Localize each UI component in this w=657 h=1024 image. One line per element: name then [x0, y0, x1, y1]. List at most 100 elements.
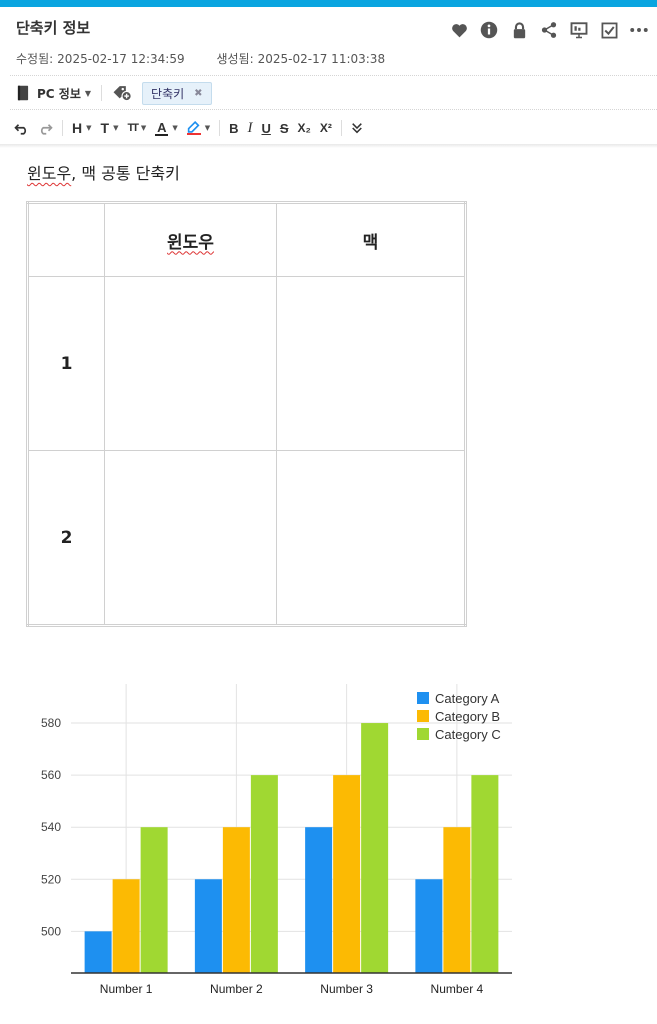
shortcut-table[interactable]: 윈도우 맥 1 2	[26, 201, 467, 627]
share-icon[interactable]	[539, 20, 559, 40]
lock-icon[interactable]	[509, 20, 529, 40]
bar	[471, 775, 499, 973]
x-tick-label: Number 1	[100, 982, 153, 996]
info-icon[interactable]	[479, 20, 499, 40]
table-cell[interactable]	[27, 202, 105, 277]
bar-chart: 500 520 540 560 580 Number 1 Number 2 Number 3 N…	[41, 684, 512, 996]
strike-label: S	[279, 120, 289, 136]
bar	[112, 879, 140, 973]
italic-button[interactable]: I	[247, 116, 252, 140]
x-tick-label: Number 2	[210, 982, 263, 996]
chevron-down-icon: ▼	[204, 124, 211, 132]
heading-word: 윈도우	[27, 164, 72, 183]
divider	[219, 120, 221, 136]
toolbar-shadow	[0, 144, 657, 148]
notebook-label: PC 정보	[37, 86, 81, 101]
y-tick-label: 500	[41, 924, 61, 938]
highlighter-icon	[186, 121, 201, 135]
highlight-swatch	[186, 133, 201, 135]
modified-label: 수정됨:	[16, 52, 54, 66]
table-row: 2	[27, 450, 466, 626]
divider	[62, 120, 63, 136]
table-header-mac[interactable]: 맥	[276, 202, 466, 277]
x-tick-label: Number 4	[431, 982, 484, 996]
redo-button[interactable]	[38, 116, 53, 140]
superscript-label: X²	[319, 121, 332, 135]
add-tag-icon[interactable]	[112, 84, 132, 102]
more-icon[interactable]	[629, 20, 649, 40]
table-cell[interactable]	[276, 450, 466, 626]
document-heading[interactable]: 윈도우, 맥 공통 단축키	[27, 160, 180, 184]
notebook-selector[interactable]: PC 정보 ▼	[16, 85, 91, 102]
editor-toolbar: H ▼ T ▼ TT ▼ A ▼ ▼ B I U S X₂ X²	[14, 115, 372, 141]
checkbox-icon[interactable]	[599, 20, 619, 40]
table-header-windows[interactable]: 윈도우	[104, 202, 277, 277]
modified-value: 2025-02-17 12:34:59	[57, 52, 185, 66]
heading-dropdown[interactable]: H ▼	[72, 116, 92, 140]
header-actions	[449, 20, 649, 40]
font-color-dropdown[interactable]: A ▼	[155, 116, 178, 140]
redo-icon	[40, 123, 53, 135]
legend-label: Category A	[435, 691, 500, 706]
bar	[361, 723, 389, 973]
underline-button[interactable]: U	[261, 116, 270, 140]
subscript-button[interactable]: X₂	[298, 116, 311, 140]
divider	[101, 85, 103, 101]
bar	[140, 827, 168, 973]
bar	[194, 879, 222, 973]
bar	[333, 775, 361, 973]
chevron-down-icon: ▼	[172, 124, 178, 132]
y-tick-label: 540	[41, 820, 61, 834]
font-color-swatch	[155, 133, 169, 136]
chevron-down-icon: ▼	[84, 88, 92, 98]
table-cell[interactable]	[104, 276, 277, 451]
bar	[84, 931, 112, 973]
legend-swatch	[417, 728, 429, 740]
divider	[10, 75, 657, 76]
undo-icon	[14, 123, 27, 135]
heart-icon[interactable]	[449, 20, 469, 40]
legend-swatch	[417, 710, 429, 722]
created-info: 생성됨: 2025-02-17 11:03:38	[216, 52, 399, 66]
note-info-bar: PC 정보 ▼ 단축키 ✖	[16, 80, 212, 106]
x-tick-label: Number 3	[320, 982, 373, 996]
top-accent-bar	[0, 0, 657, 7]
table-cell[interactable]: 1	[27, 276, 105, 451]
legend-swatch	[417, 692, 429, 704]
table-cell[interactable]	[276, 276, 466, 451]
bar	[305, 827, 333, 973]
table-cell[interactable]: 2	[27, 450, 105, 626]
y-tick-label: 580	[41, 716, 61, 730]
tag-chip[interactable]: 단축키 ✖	[142, 81, 212, 105]
superscript-button[interactable]: X²	[320, 116, 332, 140]
divider	[10, 109, 657, 110]
chevron-down-icon: ▼	[86, 124, 92, 132]
close-icon[interactable]: ✖	[194, 88, 202, 99]
italic-label: I	[247, 119, 253, 136]
underline-label: U	[261, 120, 271, 136]
bar	[415, 879, 443, 973]
text-style-label: T	[100, 120, 110, 136]
created-value: 2025-02-17 11:03:38	[257, 52, 386, 66]
chevron-down-icon: ▼	[140, 124, 147, 132]
heading-label: H	[72, 120, 83, 136]
font-size-dropdown[interactable]: TT ▼	[127, 116, 146, 140]
presentation-icon[interactable]	[569, 20, 589, 40]
header-windows-label: 윈도우	[167, 232, 214, 253]
strikethrough-button[interactable]: S	[280, 116, 289, 140]
table-row: 1	[27, 276, 466, 451]
bar	[443, 827, 471, 973]
notebook-icon	[17, 85, 29, 101]
table-cell[interactable]	[104, 450, 277, 626]
more-tools-button[interactable]	[351, 116, 363, 140]
tag-label: 단축키	[151, 86, 185, 101]
font-color-icon: A	[155, 121, 169, 136]
divider	[340, 120, 342, 136]
undo-button[interactable]	[14, 116, 29, 140]
page-meta: 수정됨: 2025-02-17 12:34:59 생성됨: 2025-02-17 1…	[16, 50, 413, 67]
created-label: 생성됨:	[216, 52, 254, 66]
text-style-dropdown[interactable]: T ▼	[101, 116, 119, 140]
modified-info: 수정됨: 2025-02-17 12:34:59	[16, 52, 199, 66]
highlight-dropdown[interactable]: ▼	[186, 116, 211, 140]
bold-button[interactable]: B	[229, 116, 238, 140]
